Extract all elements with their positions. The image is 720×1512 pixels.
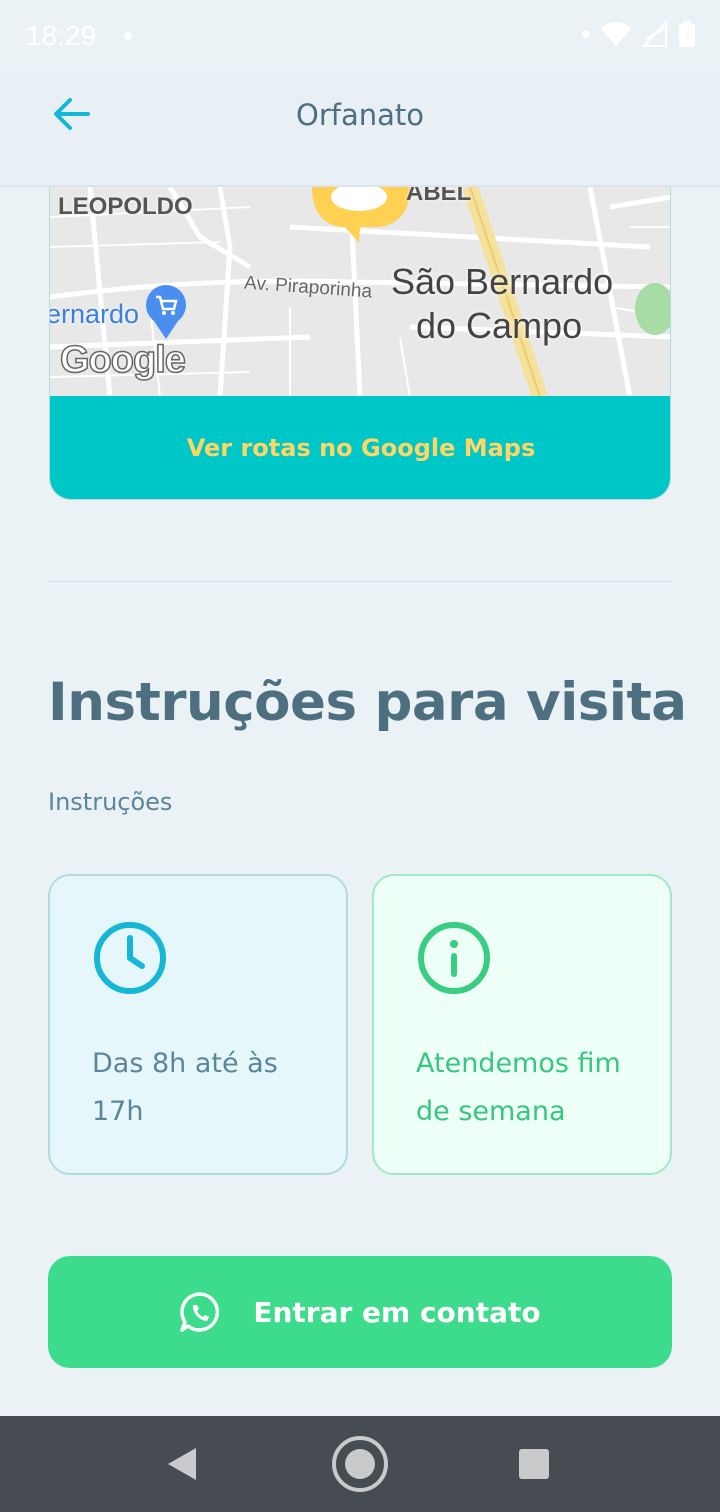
opening-hours-card: Das 8h até às 17h bbox=[48, 874, 348, 1175]
svg-text:?: ? bbox=[684, 32, 689, 43]
map-label-city-line2: do Campo bbox=[416, 305, 583, 346]
dot-icon bbox=[582, 30, 590, 38]
nav-back-icon[interactable] bbox=[166, 1446, 198, 1482]
google-logo: Google bbox=[59, 338, 186, 382]
map-label-district2: ABEL bbox=[406, 187, 472, 206]
opening-hours-text: Das 8h até às 17h bbox=[92, 1048, 278, 1127]
map-card: LEOPOLDO ABEL Av. Piraporinha São Bernar… bbox=[49, 187, 671, 500]
status-bar: 18:29 ? bbox=[0, 0, 720, 76]
google-maps-routes-button[interactable]: Ver rotas no Google Maps bbox=[50, 396, 670, 499]
info-icon bbox=[418, 922, 490, 994]
section-title: Instruções para visita bbox=[48, 672, 687, 733]
divider bbox=[48, 581, 672, 582]
weekend-card: Atendemos fim de semana bbox=[372, 874, 672, 1175]
weekend-text: Atendemos fim de semana bbox=[416, 1048, 621, 1127]
instructions-label: Instruções bbox=[48, 788, 173, 816]
page-title: Orfanato bbox=[296, 98, 424, 132]
nav-recents-icon[interactable] bbox=[519, 1449, 549, 1479]
map-label-city-line1: São Bernardo bbox=[391, 261, 614, 302]
status-icons: ? bbox=[582, 20, 696, 48]
map-label-district: LEOPOLDO bbox=[58, 193, 193, 220]
map-view[interactable]: LEOPOLDO ABEL Av. Piraporinha São Bernar… bbox=[49, 187, 670, 400]
contact-button-label: Entrar em contato bbox=[253, 1295, 541, 1329]
battery-icon: ? bbox=[679, 21, 695, 47]
map-label-place: ernardo bbox=[49, 299, 140, 329]
contact-button[interactable]: Entrar em contato bbox=[48, 1256, 672, 1368]
whatsapp-icon bbox=[180, 1292, 220, 1332]
nav-home-icon[interactable] bbox=[331, 1435, 389, 1493]
app-header: Orfanato bbox=[0, 76, 720, 187]
clock-icon bbox=[94, 922, 166, 994]
system-nav-bar bbox=[0, 1416, 720, 1512]
wifi-icon bbox=[601, 22, 631, 46]
notification-dot-icon bbox=[124, 32, 132, 40]
status-time: 18:29 bbox=[26, 20, 97, 51]
cell-signal-icon bbox=[642, 20, 667, 47]
